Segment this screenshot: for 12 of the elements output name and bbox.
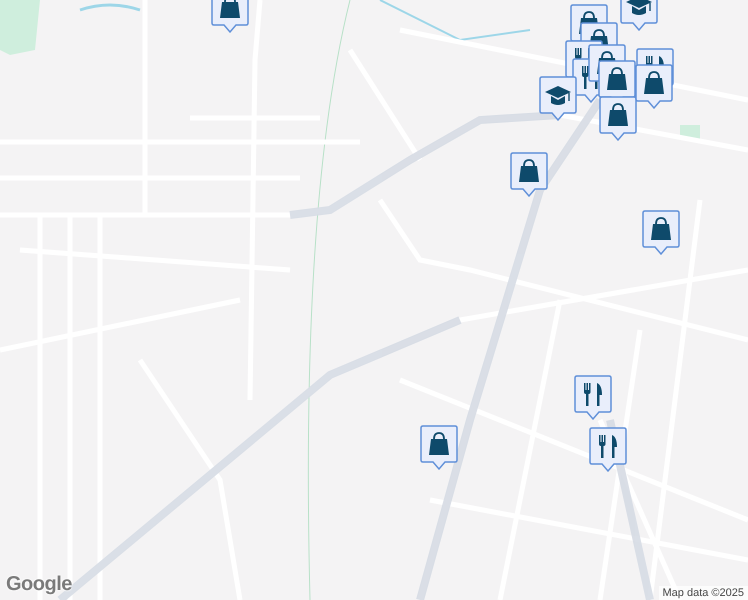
shopping-bag-icon	[608, 103, 628, 126]
graduation-cap-icon	[626, 0, 652, 15]
graduation-cap-icon	[545, 86, 571, 105]
shopping-bag-icon	[429, 432, 449, 455]
shopping-bag-icon	[519, 159, 539, 182]
map-attribution: Map data ©2025	[658, 586, 748, 600]
fork-knife-icon	[599, 435, 617, 458]
shopping-bag-icon	[607, 67, 627, 90]
fork-knife-icon	[584, 383, 602, 406]
shopping-bag-icon	[644, 71, 664, 94]
google-logo: Google	[6, 573, 72, 596]
shopping-bag-icon	[651, 217, 671, 240]
